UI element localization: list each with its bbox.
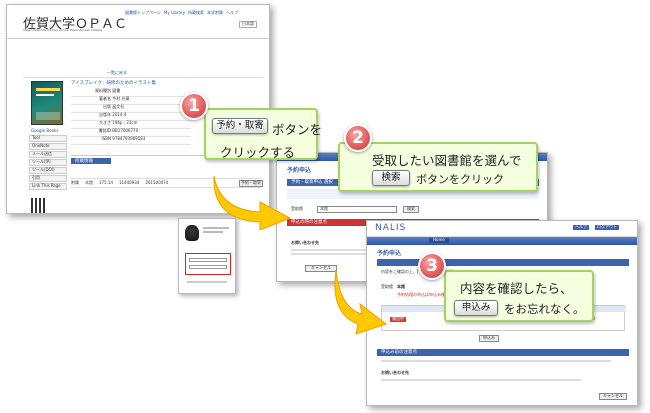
qr-code-icon [31,198,47,213]
step-number-3: 3 [418,252,446,280]
username-field[interactable] [189,258,227,262]
contact-heading: お問い合わせ先 [291,240,319,245]
search-key-button[interactable]: 検索 [372,170,410,186]
arrow-step1-to-2 [213,175,292,230]
apply-button-small[interactable]: 申込み [479,335,499,342]
callout1-line1: ボタンを [272,122,323,137]
callout2-line1: 受取したい図書館を選んで [372,153,522,168]
bib-fields: 資料種別 図書 著者名 今村 光章 出版 晶文社 出版年 2014.4 大きさ … [71,88,191,145]
side-item-mail[interactable]: メール送信 [29,151,67,158]
help-link[interactable]: ヘルプ [573,224,589,230]
side-item-onenote[interactable]: OneNote [29,143,67,150]
pickup-select[interactable]: 本館 [317,206,397,213]
side-item-tool-doi[interactable]: ツール(DOI) [29,167,67,174]
reserve-key-button[interactable]: 予約・取寄 [212,118,268,134]
nalis-nav-bar-2: Home [367,237,637,245]
top-link-mylibrary[interactable]: My Library [164,10,185,16]
callout-step1: 予約・取寄 ボタンを クリックする [204,108,322,160]
callout1-line2: クリックする [220,145,296,160]
book-title: アイスブレイク：研修のためのイラスト集 [71,81,156,86]
section-header-2 [377,259,629,266]
status-badge: 貸出中 [390,316,406,322]
side-link-google-books[interactable]: Google Books [31,128,58,134]
side-item-link[interactable]: Link This Page [29,183,67,190]
side-menu: Tool OneNote メール送信 ツール(IP) ツール(DOI) 引用 L… [29,135,67,191]
language-select[interactable]: 日本語 [239,21,257,28]
password-field[interactable] [189,265,227,269]
step-number-1: 1 [180,92,208,120]
apply-key-button[interactable]: 申込み [454,300,498,316]
nalis-logo: NALIS [375,223,407,233]
holdings-header: 所蔵情報 [71,158,111,164]
nalis-header: NALIS ヘルプ ログアウト [367,221,637,237]
logout-link[interactable]: ログアウト [595,224,619,230]
side-item-tool-ip[interactable]: ツール(IP) [29,159,67,166]
tab-home-2[interactable]: Home [429,237,449,243]
top-link-help[interactable]: ヘルプ [226,10,238,16]
section-notes-2: 申込み前の注意点 [377,349,629,356]
step-number-2: 2 [344,124,372,152]
pickup-value-2: 本館 [397,284,405,289]
arrow-step2-to-3 [334,269,388,335]
top-link-search[interactable]: 所蔵検索 [188,10,204,16]
side-item-cite[interactable]: 引用 [29,175,67,182]
callout3-line1: 内容を確認したら、 [460,281,573,296]
search-button-small[interactable]: 検索 [403,206,419,213]
top-link-affiliated[interactable]: 本学附属 [207,10,223,16]
callout-step2: 受取したい図書館を選んで 検索 ボタンをクリック [338,142,538,192]
page-title-2: 予約申込 [377,250,402,257]
callout3-line2: をお忘れなく。 [504,302,585,316]
contact-heading-2: お問い合わせ先 [381,370,409,375]
callout-step3: 内容を確認したら、 申込み をお忘れなく。 [444,270,594,322]
top-link-home[interactable]: 図書館トップページ [125,10,161,16]
login-form [185,253,231,275]
callout2-line2: ボタンをクリック [416,173,504,186]
mascot-icon [185,225,199,241]
cancel-button-b[interactable]: キャンセル [599,393,627,400]
book-cover [31,81,63,125]
opac-header: 佐賀大学ＯＰＡＣ Saga University Library Online … [7,5,269,39]
back-to-list-link[interactable]: 一覧に戻る [107,70,127,76]
side-item-tool[interactable]: Tool [29,135,67,142]
opac-subtitle: Saga University Library Online Public Ac… [23,28,103,32]
top-links: 図書館トップページ My Library 所蔵検索 本学附属 ヘルプ [125,10,238,16]
